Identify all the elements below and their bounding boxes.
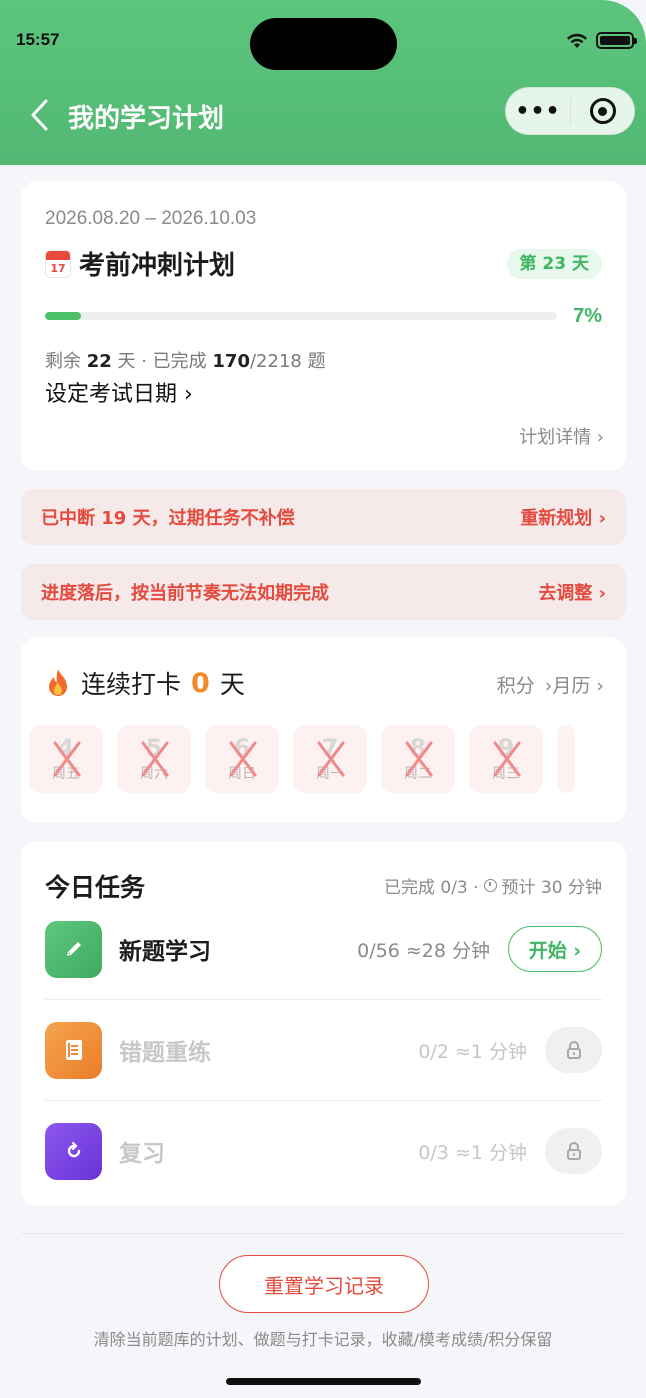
plan-name: 考前冲刺计划 [79, 251, 236, 281]
target-icon [589, 98, 616, 124]
tasks-done-summary: 已完成 0/3 · [383, 878, 479, 898]
section-divider [21, 1233, 626, 1234]
lock-button[interactable] [545, 1128, 602, 1174]
dynamic-island [250, 18, 397, 70]
battery-icon [596, 32, 637, 49]
streak-links: 积分 ›月历 › [497, 671, 604, 698]
streak-day: 5 周六 [117, 725, 191, 793]
today-tasks-card: 今日任务 已完成 0/3 · 预计 30 分钟 新题学习 0/56 ≈28 分钟… [21, 841, 626, 1206]
close-miniprogram-button[interactable] [571, 98, 634, 124]
missed-x-icon [229, 741, 257, 777]
plan-progress-percent: 7% [573, 305, 602, 327]
streak-day: 7 周一 [293, 725, 367, 793]
reset-records-button[interactable]: 重置学习记录 [219, 1255, 429, 1313]
task-name: 复习 [119, 1141, 165, 1167]
missed-x-icon [405, 741, 433, 777]
status-icons [566, 32, 637, 49]
clock-icon [483, 879, 497, 892]
task-name: 新题学习 [119, 939, 211, 965]
task-name: 错题重练 [119, 1040, 211, 1066]
alert-message: 已中断 19 天，过期任务不补偿 [41, 508, 295, 529]
plan-day-badge: 第 23 天 [506, 249, 602, 279]
streak-title: 连续打卡 0 天 [45, 665, 245, 701]
streak-card: 连续打卡 0 天 积分 ›月历 › 4 周五 5 周六 6 周日 7 周一 8 … [21, 637, 626, 823]
alert-message: 进度落后，按当前节奏无法如期完成 [41, 583, 329, 604]
missed-x-icon [493, 741, 521, 777]
remaining-days: 22 [86, 351, 112, 372]
start-button[interactable]: 开始 › [508, 926, 602, 972]
plan-name-row: 17 考前冲刺计划 [45, 245, 235, 282]
streak-unit: 天 [219, 670, 245, 699]
lock-icon [566, 1041, 581, 1059]
wifi-icon [567, 33, 587, 48]
pencil-icon [45, 920, 102, 978]
mini-program-capsule: ••• [505, 87, 635, 135]
alert-behind-schedule: 进度落后，按当前节奏无法如期完成 去调整 › [21, 564, 626, 620]
streak-count: 0 [191, 667, 210, 699]
refresh-icon [45, 1122, 102, 1180]
task-row-review: 复习 0/3 ≈1 分钟 [45, 1101, 602, 1201]
streak-day: 4 周五 [29, 725, 103, 793]
calendar-icon: 17 [45, 249, 71, 278]
more-menu-button[interactable]: ••• [506, 99, 570, 124]
lock-icon [566, 1142, 581, 1160]
tasks-summary: 已完成 0/3 · 预计 30 分钟 [384, 873, 602, 898]
plan-progress-bar [45, 312, 557, 320]
missed-x-icon [141, 741, 169, 777]
reset-note: 清除当前题库的计划、做题与打卡记录，收藏/模考成绩/积分保留 [93, 1330, 553, 1349]
task-row-new-questions[interactable]: 新题学习 0/56 ≈28 分钟 开始 › [45, 899, 602, 999]
points-link[interactable]: 积分 [497, 671, 535, 698]
back-arrow-icon[interactable] [28, 98, 52, 132]
nav-header: 15:57 我的学习计划 ••• [0, 0, 646, 165]
plan-stats: 剩余 22 天 · 已完成 170/2218 题 [45, 351, 326, 372]
note-icon [45, 1021, 102, 1079]
replan-link[interactable]: 重新规划 › [520, 504, 606, 530]
home-indicator[interactable] [226, 1378, 421, 1385]
done-count: 170 [212, 351, 250, 372]
plan-detail-link[interactable]: 计划详情 › [519, 423, 604, 449]
calendar-link[interactable]: ›月历 › [545, 671, 604, 698]
streak-day: 6 周日 [205, 725, 279, 793]
adjust-link[interactable]: 去调整 › [538, 579, 606, 605]
plan-progress-fill [45, 312, 81, 320]
missed-x-icon [53, 741, 81, 777]
task-meta: 0/2 ≈1 分钟 [418, 1040, 527, 1063]
task-row-wrong-questions: 错题重练 0/2 ≈1 分钟 [45, 1000, 602, 1100]
page-title: 我的学习计划 [68, 103, 225, 133]
streak-label: 连续打卡 [81, 670, 182, 699]
set-exam-date-link[interactable]: 设定考试日期 › [45, 376, 193, 408]
lock-button[interactable] [545, 1027, 602, 1073]
task-meta: 0/3 ≈1 分钟 [418, 1141, 527, 1164]
status-time: 15:57 [16, 30, 60, 49]
fire-icon [49, 669, 67, 696]
tasks-eta: 预计 30 分钟 [501, 878, 602, 898]
alert-interrupted: 已中断 19 天，过期任务不补偿 重新规划 › [21, 489, 626, 545]
plan-card: 2026.08.20 – 2026.10.03 17 考前冲刺计划 第 23 天… [21, 181, 626, 471]
missed-x-icon [317, 741, 345, 777]
plan-date-range: 2026.08.20 – 2026.10.03 [45, 208, 257, 229]
streak-day-partial [557, 725, 575, 793]
phone-screen: 15:57 我的学习计划 ••• 2026.08.20 – 2026.10.03 [0, 0, 646, 1398]
task-meta: 0/56 ≈28 分钟 [357, 939, 490, 962]
streak-day: 9 周三 [469, 725, 543, 793]
streak-day: 8 周二 [381, 725, 455, 793]
streak-day-row[interactable]: 4 周五 5 周六 6 周日 7 周一 8 周二 9 周三 [29, 725, 575, 793]
